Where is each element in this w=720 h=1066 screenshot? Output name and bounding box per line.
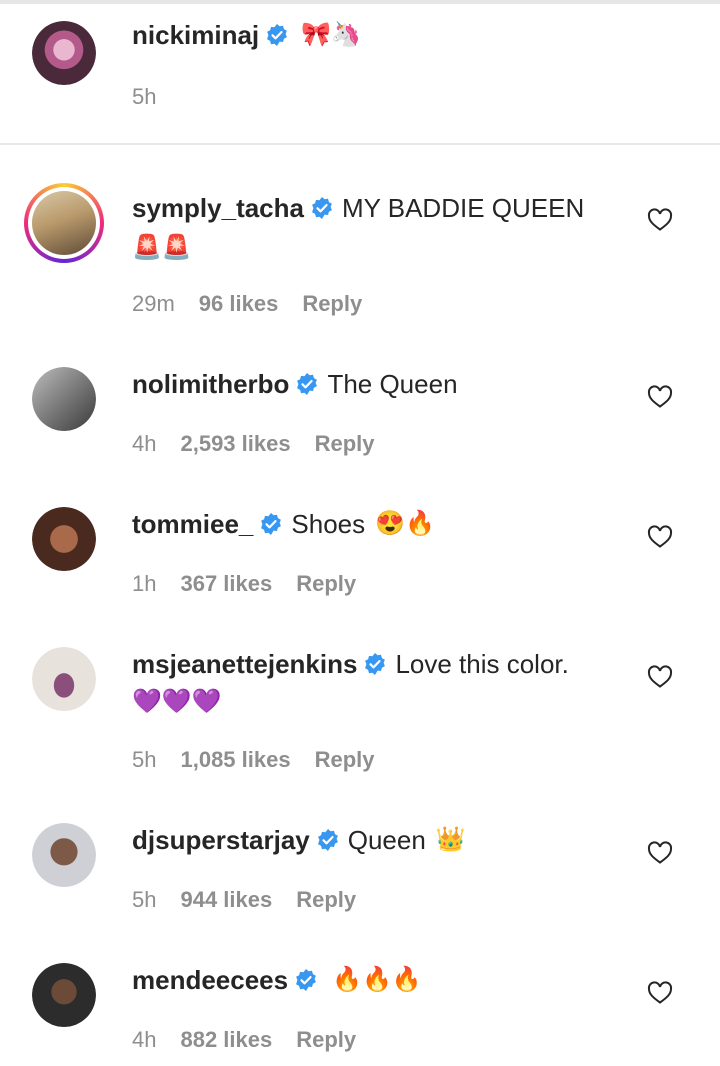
comment-username[interactable]: nolimitherbo xyxy=(132,368,289,400)
comment-username[interactable]: mendeecees xyxy=(132,964,288,996)
reply-button[interactable]: Reply xyxy=(315,431,375,457)
caption-time: 5h xyxy=(132,84,157,109)
comment-emojis: 🔥🔥🔥 xyxy=(332,966,422,993)
comment-avatar[interactable] xyxy=(32,507,96,571)
comment-text: Shoes xyxy=(291,509,366,539)
comment-username[interactable]: tommiee_ xyxy=(132,508,253,540)
caption-emojis: 🎀🦄 xyxy=(301,21,361,48)
comment-time: 5h xyxy=(132,747,157,772)
heart-outline-icon[interactable] xyxy=(647,525,673,549)
verified-badge-icon xyxy=(296,969,317,991)
reply-button[interactable]: Reply xyxy=(296,571,356,597)
caption-avatar[interactable] xyxy=(32,21,96,85)
verified-badge-icon xyxy=(267,24,288,46)
comment-avatar[interactable] xyxy=(32,823,96,887)
heart-outline-icon[interactable] xyxy=(647,981,673,1005)
verified-badge-icon xyxy=(297,373,318,395)
reply-button[interactable]: Reply xyxy=(302,291,362,317)
reply-button[interactable]: Reply xyxy=(296,887,356,913)
verified-badge-icon xyxy=(365,653,386,675)
comment-likes[interactable]: 1,085 likes xyxy=(180,747,290,773)
verified-badge-icon xyxy=(261,513,282,535)
comment-likes[interactable]: 96 likes xyxy=(199,291,279,317)
comment-time: 4h xyxy=(132,1027,157,1052)
heart-outline-icon[interactable] xyxy=(647,385,673,409)
comment-emojis: 👑 xyxy=(435,826,466,853)
comment-time: 29m xyxy=(132,291,175,316)
comment-avatar-story-ring[interactable] xyxy=(24,183,104,263)
comment-text: Love this color. xyxy=(395,649,569,679)
comment-time: 1h xyxy=(132,571,157,596)
reply-button[interactable]: Reply xyxy=(296,1027,356,1053)
comment-username[interactable]: msjeanettejenkins xyxy=(132,648,357,680)
caption-username[interactable]: nickiminaj xyxy=(132,19,259,51)
verified-badge-icon xyxy=(312,197,332,219)
comment-username[interactable]: symply_tacha xyxy=(132,192,304,224)
verified-badge-icon xyxy=(317,829,338,851)
reply-button[interactable]: Reply xyxy=(315,747,375,773)
comment-time: 5h xyxy=(132,887,157,912)
comment-username[interactable]: djsuperstarjay xyxy=(132,824,310,856)
comment-likes[interactable]: 944 likes xyxy=(180,887,272,913)
comment-emoji-line: 🚨🚨 xyxy=(132,234,192,261)
comment-avatar[interactable] xyxy=(32,367,96,431)
comment-likes[interactable]: 367 likes xyxy=(180,571,272,597)
heart-outline-icon[interactable] xyxy=(647,665,673,689)
post-caption: nickiminaj 🎀🦄 5h xyxy=(0,4,720,144)
heart-outline-icon[interactable] xyxy=(647,841,673,865)
comment-text: The Queen xyxy=(327,369,458,399)
caption-divider xyxy=(0,143,720,145)
comment-avatar[interactable] xyxy=(32,963,96,1027)
comment-text: MY BADDIE QUEEN xyxy=(341,193,585,223)
comment-text: Queen xyxy=(347,825,426,855)
comment-likes[interactable]: 882 likes xyxy=(180,1027,272,1053)
comment-time: 4h xyxy=(132,431,157,456)
comment-likes[interactable]: 2,593 likes xyxy=(180,431,290,457)
comment-emoji-line: 💜💜💜 xyxy=(132,688,222,715)
heart-outline-icon[interactable] xyxy=(647,208,673,232)
comment-avatar[interactable] xyxy=(32,647,96,711)
comment-emojis: 😍🔥 xyxy=(375,510,435,537)
